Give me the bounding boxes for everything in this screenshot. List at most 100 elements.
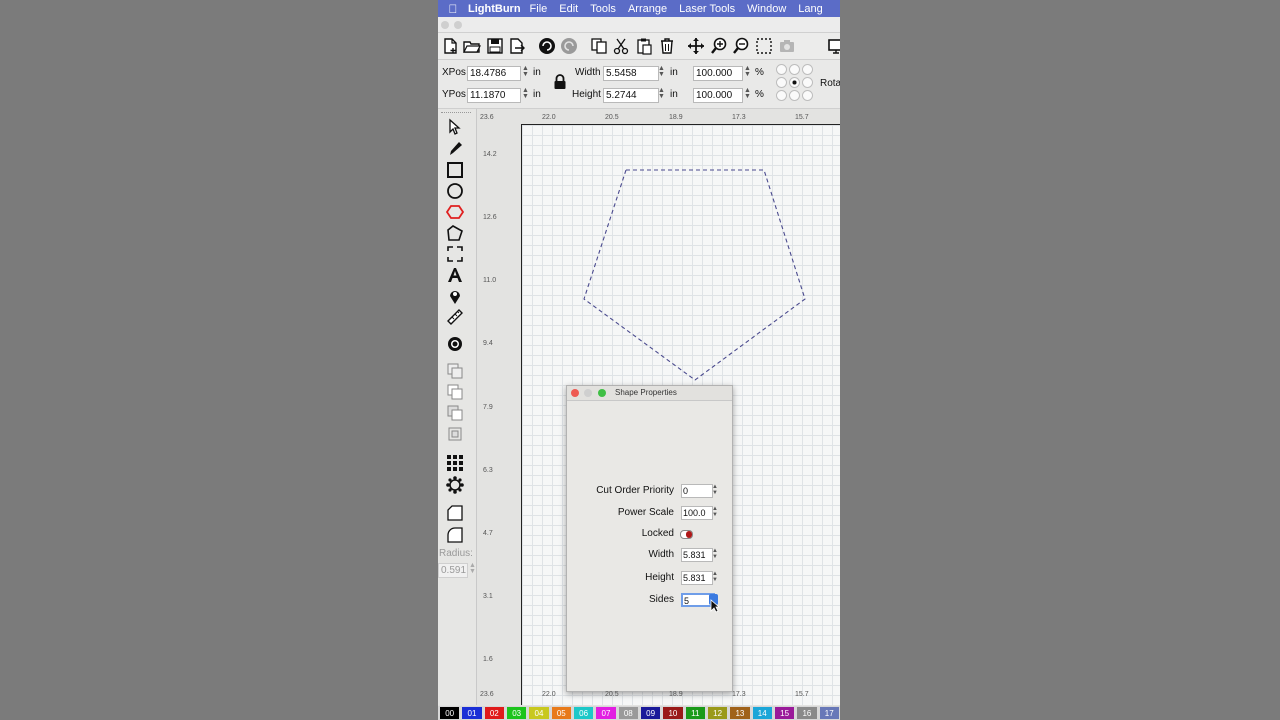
scale-x-stepper[interactable]: ▲ ▼ <box>744 65 751 79</box>
boolean-intersect-icon[interactable] <box>446 425 464 443</box>
layer-swatch-02[interactable]: 02 <box>484 707 504 719</box>
xpos-stepper[interactable]: ▲ ▼ <box>522 65 529 79</box>
corner-tool-icon[interactable] <box>446 504 464 522</box>
radius-stepper[interactable]: ▲ ▼ <box>469 562 476 576</box>
scale-y-stepper[interactable]: ▲ ▼ <box>744 87 751 101</box>
lock-icon[interactable] <box>553 74 567 93</box>
shape-height-field[interactable]: 5.831 <box>681 571 713 585</box>
boolean-subtract-icon[interactable] <box>446 404 464 422</box>
layer-swatch-07[interactable]: 07 <box>596 707 616 719</box>
anchor-top-left[interactable] <box>776 64 787 75</box>
layer-swatch-15[interactable]: 15 <box>774 707 795 719</box>
position-laser-icon[interactable] <box>446 245 464 263</box>
menu-edit[interactable]: Edit <box>559 3 578 15</box>
app-menu[interactable]: LightBurn <box>468 3 521 15</box>
anchor-top-right[interactable] <box>802 64 813 75</box>
cut-order-priority-field[interactable]: 0 <box>681 484 713 498</box>
paste-icon[interactable] <box>635 37 653 55</box>
layer-swatch-11[interactable]: 11 <box>685 707 705 719</box>
undo-icon[interactable] <box>538 37 556 55</box>
layer-swatch-16[interactable]: 16 <box>797 707 817 719</box>
layer-swatch-05[interactable]: 05 <box>551 707 571 719</box>
monitor-icon[interactable] <box>827 37 840 55</box>
design-canvas[interactable]: Shape Properties Cut Order Priority 0 ▲ ▼… <box>521 124 840 705</box>
ypos-field[interactable]: 11.1870 <box>467 88 521 103</box>
menu-arrange[interactable]: Arrange <box>628 3 667 15</box>
layer-swatch-13[interactable]: 13 <box>730 707 750 719</box>
open-folder-icon[interactable] <box>463 37 481 55</box>
dialog-zoom-button[interactable] <box>598 389 606 397</box>
layer-swatch-08[interactable]: 08 <box>618 707 638 719</box>
new-file-icon[interactable] <box>441 37 459 55</box>
marker-pin-icon[interactable] <box>446 287 464 305</box>
layer-swatch-03[interactable]: 03 <box>506 707 527 719</box>
rectangle-icon[interactable] <box>446 161 464 179</box>
shape-height-stepper[interactable]: ▲ ▼ <box>712 571 718 583</box>
measure-ruler-icon[interactable] <box>446 308 464 326</box>
layer-swatch-14[interactable]: 14 <box>752 707 772 719</box>
menu-language[interactable]: Lang <box>798 3 822 15</box>
draw-lines-icon[interactable] <box>446 224 464 242</box>
width-stepper[interactable]: ▲ ▼ <box>658 65 665 79</box>
menu-file[interactable]: File <box>530 3 548 15</box>
power-scale-stepper[interactable]: ▲ ▼ <box>712 506 718 518</box>
layer-swatch-04[interactable]: 04 <box>529 707 549 719</box>
height-field[interactable]: 5.2744 <box>603 88 659 103</box>
scale-x-field[interactable]: 100.000 <box>693 66 743 81</box>
redo-icon[interactable] <box>560 37 578 55</box>
ellipse-icon[interactable] <box>446 182 464 200</box>
export-icon[interactable] <box>508 37 526 55</box>
layer-swatch-09[interactable]: 09 <box>640 707 661 719</box>
camera-icon[interactable] <box>778 37 796 55</box>
power-scale-field[interactable]: 100.0 <box>681 506 713 520</box>
grid-array-icon[interactable] <box>446 454 464 472</box>
edit-nodes-pen-icon[interactable] <box>446 139 464 157</box>
pentagon-shape[interactable] <box>583 169 806 381</box>
copy-icon[interactable] <box>590 37 608 55</box>
scale-y-field[interactable]: 100.000 <box>693 88 743 103</box>
anchor-top-center[interactable] <box>789 64 800 75</box>
radius-field[interactable]: 0.591 <box>438 563 468 578</box>
offset-shapes-icon[interactable] <box>446 335 464 353</box>
dialog-minimize-button[interactable] <box>584 389 592 397</box>
layer-swatch-12[interactable]: 12 <box>707 707 728 719</box>
layer-swatch-10[interactable]: 10 <box>663 707 683 719</box>
menu-laser-tools[interactable]: Laser Tools <box>679 3 735 15</box>
locked-toggle[interactable] <box>680 530 693 539</box>
layer-swatch-06[interactable]: 06 <box>573 707 594 719</box>
cut-icon[interactable] <box>612 37 630 55</box>
delete-icon[interactable] <box>658 37 676 55</box>
boolean-union-icon[interactable] <box>446 383 464 401</box>
move-icon[interactable] <box>687 37 705 55</box>
anchor-bottom-left[interactable] <box>776 90 787 101</box>
window-minimize-button[interactable] <box>454 21 462 29</box>
anchor-middle-right[interactable] <box>802 77 813 88</box>
apple-icon[interactable]:  <box>438 2 468 16</box>
layer-swatch-01[interactable]: 01 <box>462 707 482 719</box>
menu-tools[interactable]: Tools <box>590 3 616 15</box>
shape-width-field[interactable]: 5.831 <box>681 548 713 562</box>
zoom-out-icon[interactable] <box>732 37 750 55</box>
window-close-button[interactable] <box>441 21 449 29</box>
zoom-in-icon[interactable] <box>710 37 728 55</box>
text-tool-icon[interactable] <box>446 266 464 284</box>
xpos-field[interactable]: 18.4786 <box>467 66 521 81</box>
anchor-bottom-right[interactable] <box>802 90 813 101</box>
select-arrow-icon[interactable] <box>446 118 464 136</box>
dialog-close-button[interactable] <box>571 389 579 397</box>
ypos-stepper[interactable]: ▲ ▼ <box>522 87 529 101</box>
weld-shapes-icon[interactable] <box>446 362 464 380</box>
circular-array-icon[interactable] <box>446 476 464 494</box>
anchor-middle-left[interactable] <box>776 77 787 88</box>
menu-window[interactable]: Window <box>747 3 786 15</box>
anchor-center[interactable] <box>789 77 800 88</box>
zoom-frame-icon[interactable] <box>755 37 773 55</box>
shape-width-stepper[interactable]: ▲ ▼ <box>712 548 718 560</box>
height-stepper[interactable]: ▲ ▼ <box>658 87 665 101</box>
anchor-bottom-center[interactable] <box>789 90 800 101</box>
save-icon[interactable] <box>486 37 504 55</box>
layer-swatch-00[interactable]: 00 <box>440 707 460 719</box>
width-field[interactable]: 5.5458 <box>603 66 659 81</box>
fillet-tool-icon[interactable] <box>446 526 464 544</box>
cut-order-priority-stepper[interactable]: ▲ ▼ <box>712 484 718 496</box>
